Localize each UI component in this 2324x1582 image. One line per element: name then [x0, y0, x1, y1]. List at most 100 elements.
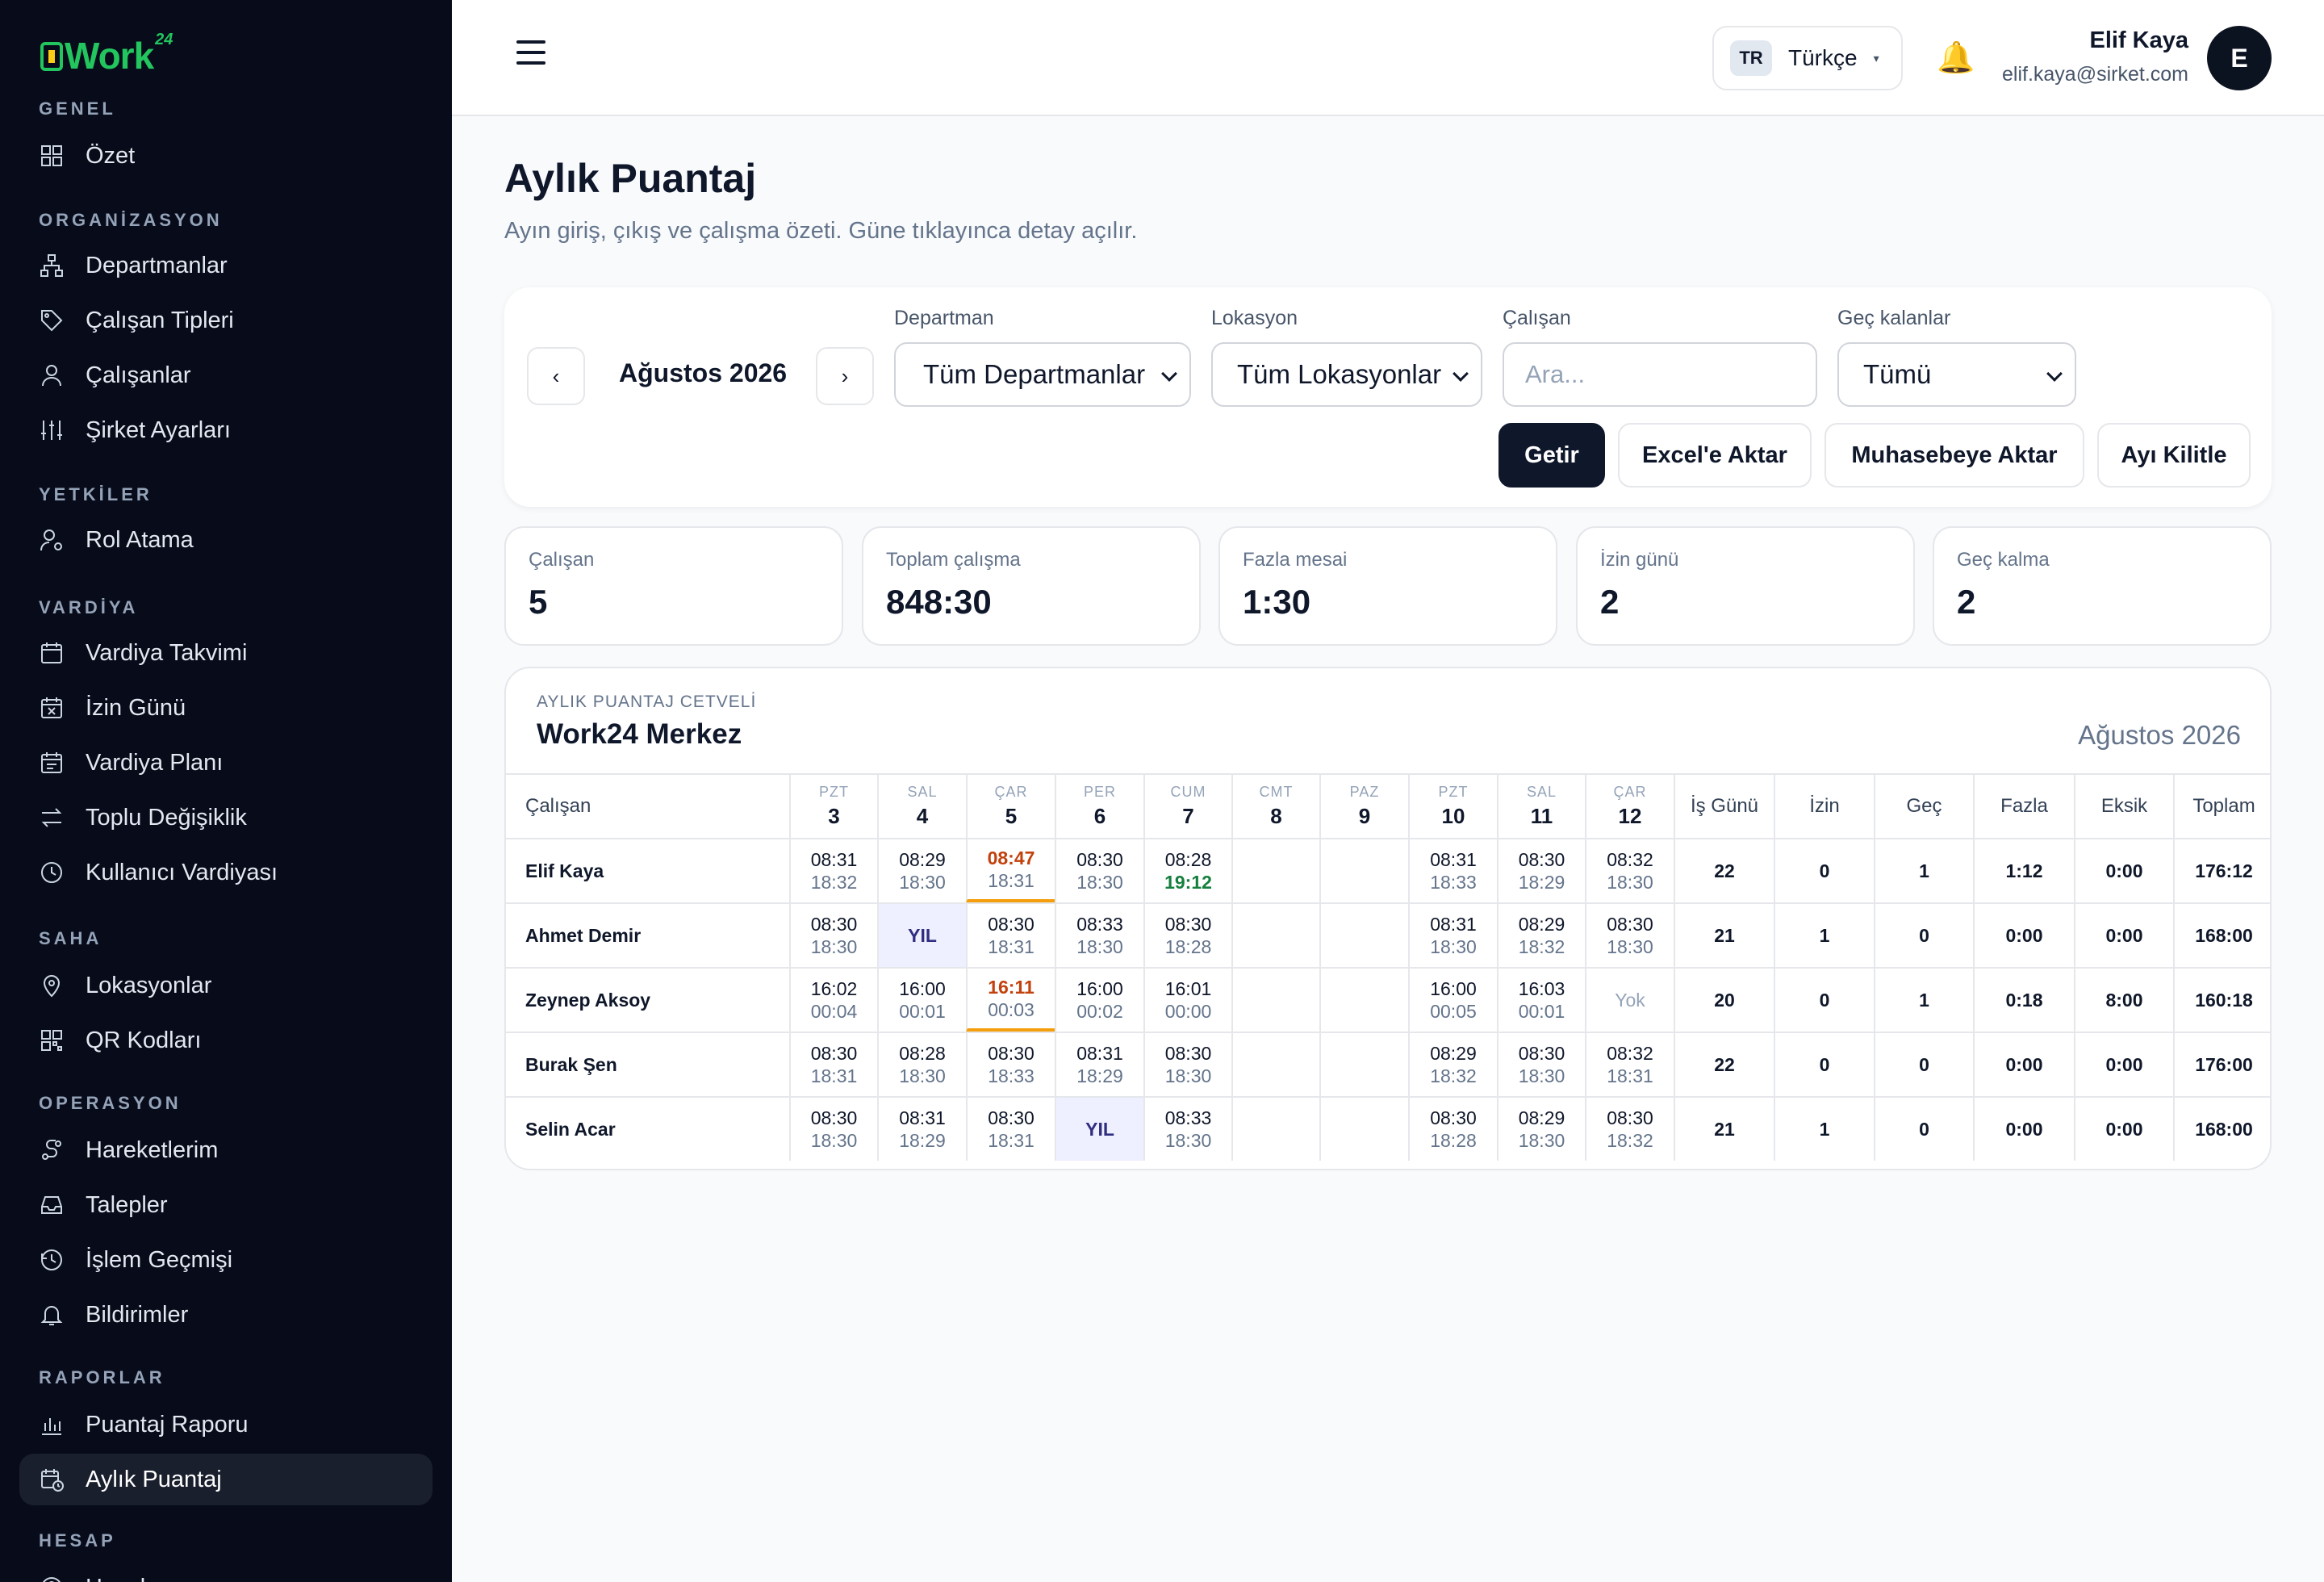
summary-value: 22 [1714, 860, 1735, 881]
day-cell[interactable] [1319, 1033, 1408, 1096]
brand-logo[interactable]: Work 24 [40, 31, 173, 79]
lock-month-button[interactable]: Ayı Kilitle [2097, 423, 2251, 488]
sidebar-item-1-1[interactable]: Çalışan Tipleri [19, 295, 433, 346]
sidebar-item-5-3[interactable]: Bildirimler [19, 1289, 433, 1341]
sidebar-item-7-0[interactable]: Hesabım [19, 1562, 433, 1582]
sidebar-item-0-0[interactable]: Özet [19, 130, 433, 182]
day-cell[interactable]: 08:30 18:30 [1143, 1033, 1231, 1096]
sidebar-item-2-0[interactable]: Rol Atama [19, 514, 433, 566]
day-cell[interactable] [1231, 839, 1319, 902]
day-cell[interactable] [1231, 1033, 1319, 1096]
day-cell[interactable]: 08:29 18:30 [877, 839, 966, 902]
fetch-button[interactable]: Getir [1498, 423, 1605, 488]
day-cell[interactable]: 08:32 18:31 [1585, 1033, 1674, 1096]
day-cell[interactable]: YIL [877, 904, 966, 967]
menu-toggle-icon[interactable] [516, 40, 545, 73]
day-cell[interactable] [1231, 1098, 1319, 1161]
day-cell[interactable]: 08:47 18:31 [966, 839, 1055, 902]
day-cell[interactable]: 08:30 18:30 [1585, 904, 1674, 967]
day-cell[interactable]: 08:30 18:30 [789, 904, 877, 967]
day-cell[interactable]: 08:30 18:28 [1143, 904, 1231, 967]
sidebar-item-6-1[interactable]: Aylık Puantaj [19, 1454, 433, 1505]
day-cell[interactable]: 08:30 18:32 [1585, 1098, 1674, 1161]
export-excel-button[interactable]: Excel'e Aktar [1618, 423, 1812, 488]
day-cell[interactable]: 08:30 18:31 [966, 1098, 1055, 1161]
sidebar-item-1-0[interactable]: Departmanlar [19, 240, 433, 291]
day-cell[interactable]: 08:30 18:29 [1497, 839, 1585, 902]
day-cell[interactable]: 08:28 19:12 [1143, 839, 1231, 902]
day-cell[interactable]: 16:11 00:03 [966, 969, 1055, 1032]
sidebar-item-4-1[interactable]: QR Kodları [19, 1015, 433, 1066]
day-cell[interactable]: 16:01 00:00 [1143, 969, 1231, 1032]
day-cell[interactable]: 16:02 00:04 [789, 969, 877, 1032]
day-cell[interactable]: 08:31 18:29 [877, 1098, 966, 1161]
summary-value: 0:00 [2005, 924, 2043, 946]
day-cell[interactable]: 08:33 18:30 [1143, 1098, 1231, 1161]
day-cell[interactable]: 16:03 00:01 [1497, 969, 1585, 1032]
day-cell[interactable]: 16:00 00:05 [1408, 969, 1497, 1032]
check-in-time: 08:30 [810, 1107, 858, 1128]
day-cell[interactable] [1319, 839, 1408, 902]
day-cell[interactable]: 08:31 18:30 [1408, 904, 1497, 967]
avatar[interactable]: E [2207, 26, 2272, 90]
day-cell[interactable]: 08:29 18:30 [1497, 1098, 1585, 1161]
day-cell[interactable]: 16:00 00:02 [1055, 969, 1143, 1032]
table-header-row: Çalışan PZT 3 SAL 4 ÇAR 5 PER 6 CUM 7 CMT 8 PAZ 9 PZT 10… [506, 773, 2270, 838]
day-cell[interactable]: 08:30 18:31 [789, 1033, 877, 1096]
sidebar-item-3-0[interactable]: Vardiya Takvimi [19, 627, 433, 679]
day-cell[interactable]: 08:30 18:31 [966, 904, 1055, 967]
day-cell[interactable] [1231, 969, 1319, 1032]
sidebar-item-6-0[interactable]: Puantaj Raporu [19, 1399, 433, 1450]
user-email: elif.kaya@sirket.com [2002, 63, 2188, 86]
sidebar-item-5-2[interactable]: İşlem Geçmişi [19, 1234, 433, 1286]
department-select[interactable]: Tüm Departmanlar [894, 342, 1191, 407]
user-icon [39, 362, 65, 388]
day-cell[interactable]: 08:30 18:28 [1408, 1098, 1497, 1161]
next-month-button[interactable]: › [816, 347, 874, 405]
day-cell[interactable] [1319, 969, 1408, 1032]
sidebar-item-3-4[interactable]: Kullanıcı Vardiyası [19, 847, 433, 898]
check-out-time: 18:32 [1430, 1065, 1477, 1086]
export-accounting-button[interactable]: Muhasebeye Aktar [1825, 423, 2084, 488]
day-cell[interactable]: YIL [1055, 1098, 1143, 1161]
summary-value: 1 [1819, 924, 1830, 946]
day-cell[interactable]: 16:00 00:01 [877, 969, 966, 1032]
check-out-time: 18:29 [1518, 872, 1565, 893]
day-cell[interactable] [1319, 904, 1408, 967]
day-cell[interactable]: 08:29 18:32 [1408, 1033, 1497, 1096]
location-select[interactable]: Tüm Lokasyonlar [1211, 342, 1482, 407]
sidebar-item-3-1[interactable]: İzin Günü [19, 682, 433, 734]
employee-cell: Selin Acar [506, 1098, 789, 1161]
language-selector[interactable]: TR Türkçe ▾ [1712, 26, 1903, 90]
day-cell[interactable]: 08:28 18:30 [877, 1033, 966, 1096]
prev-month-button[interactable]: ‹ [527, 347, 585, 405]
sidebar-item-3-2[interactable]: Vardiya Planı [19, 737, 433, 789]
user-name: Elif Kaya [2089, 27, 2189, 53]
day-cell[interactable] [1231, 904, 1319, 967]
day-cell[interactable]: 08:31 18:29 [1055, 1033, 1143, 1096]
notification-bell-icon[interactable]: 🔔 [1937, 40, 1975, 76]
day-cell[interactable]: 08:30 18:30 [1497, 1033, 1585, 1096]
day-cell[interactable]: 08:30 18:30 [789, 1098, 877, 1161]
day-cell[interactable]: 08:33 18:30 [1055, 904, 1143, 967]
sidebar-item-5-1[interactable]: Talepler [19, 1179, 433, 1231]
sidebar-item-5-0[interactable]: Hareketlerim [19, 1124, 433, 1176]
sidebar-item-label: Departmanlar [86, 252, 228, 278]
day-cell[interactable]: 08:31 18:32 [789, 839, 877, 902]
day-cell[interactable]: 08:32 18:30 [1585, 839, 1674, 902]
day-cell[interactable]: Yok [1585, 969, 1674, 1032]
summary-cell: 0:00 [1973, 1033, 2074, 1096]
sidebar-item-4-0[interactable]: Lokasyonlar [19, 960, 433, 1011]
day-cell[interactable] [1319, 1098, 1408, 1161]
day-cell[interactable]: 08:31 18:33 [1408, 839, 1497, 902]
summary-cell: 0 [1874, 1033, 1973, 1096]
employee-search-input[interactable]: Ara... [1503, 342, 1817, 407]
day-cell[interactable]: 08:30 18:33 [966, 1033, 1055, 1096]
day-cell[interactable]: 08:29 18:32 [1497, 904, 1585, 967]
sidebar-item-3-3[interactable]: Toplu Değişiklik [19, 792, 433, 843]
late-filter-select[interactable]: Tümü [1837, 342, 2076, 407]
sidebar-item-1-3[interactable]: Şirket Ayarları [19, 404, 433, 456]
sidebar-item-label: Özet [86, 142, 136, 169]
sidebar-item-1-2[interactable]: Çalışanlar [19, 349, 433, 401]
day-cell[interactable]: 08:30 18:30 [1055, 839, 1143, 902]
